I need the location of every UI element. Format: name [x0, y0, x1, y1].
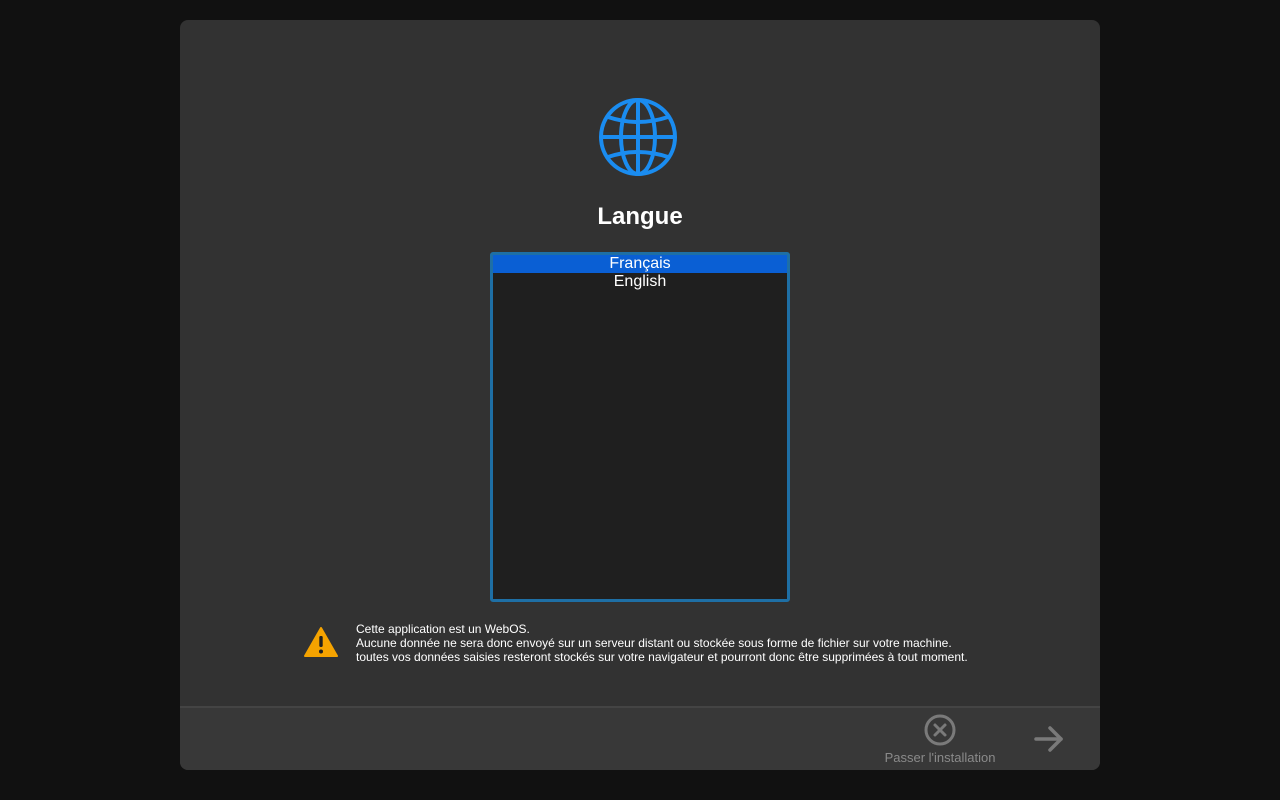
warning-line-1: Cette application est un WebOS. [356, 622, 530, 636]
warning-icon [304, 627, 338, 657]
page-title: Langue [597, 203, 683, 230]
warning-text: Cette application est un WebOS. Aucune d… [356, 622, 1036, 664]
skip-installation-label: Passer l'installation [884, 750, 996, 765]
arrow-right-icon[interactable] [1032, 722, 1066, 756]
globe-icon [599, 98, 677, 176]
language-listbox[interactable]: Français English [490, 252, 790, 602]
close-circle-icon [924, 714, 956, 746]
language-option-english[interactable]: English [493, 273, 787, 291]
warning-line-3: toutes vos données saisies resteront sto… [356, 650, 968, 664]
setup-window: Langue Français English Cette applicatio… [180, 20, 1100, 770]
skip-installation-button[interactable]: Passer l'installation [878, 714, 1002, 768]
footer-bar: Passer l'installation [180, 706, 1100, 770]
language-option-francais[interactable]: Français [493, 255, 787, 273]
warning-line-2: Aucune donnée ne sera donc envoyé sur un… [356, 636, 952, 650]
